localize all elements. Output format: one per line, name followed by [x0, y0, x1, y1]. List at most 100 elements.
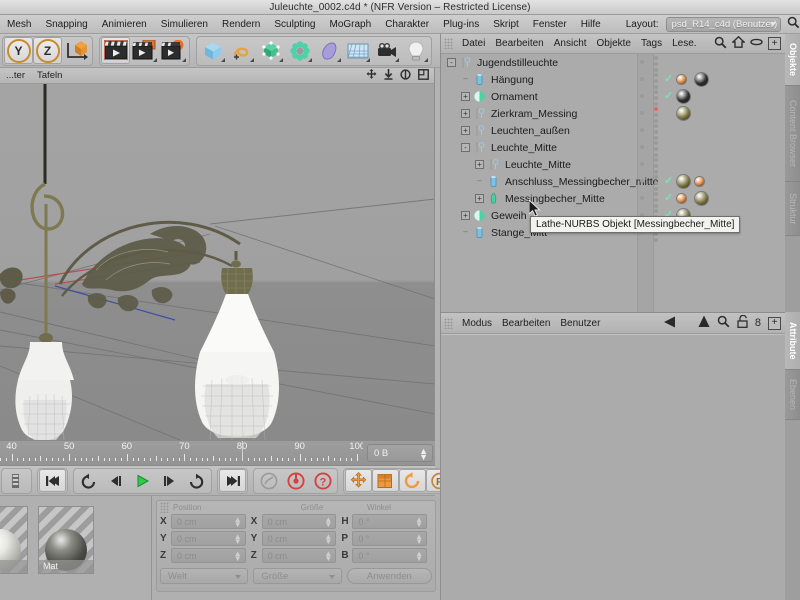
editor-render-dots[interactable]	[654, 90, 658, 106]
autokey-link-button[interactable]	[255, 469, 282, 492]
object-tree-row[interactable]: - Jugendstilleuchte	[441, 54, 786, 72]
menu-item-fenster[interactable]: Fenster	[526, 15, 574, 34]
texture-tag-icon[interactable]	[695, 177, 704, 186]
spline-button[interactable]	[227, 37, 256, 64]
search-icon[interactable]	[714, 36, 727, 52]
am-menu-benutzer[interactable]: Benutzer	[555, 313, 605, 334]
texture-tag-icon[interactable]	[677, 175, 690, 188]
editor-render-dots[interactable]	[654, 141, 658, 157]
spinner-icon[interactable]: ▲ ▼	[415, 516, 423, 529]
rotate-view-icon[interactable]	[400, 68, 411, 83]
visibility-dot[interactable]	[640, 162, 644, 166]
object-tree-row[interactable]: - Leuchte_Mitte	[441, 139, 786, 157]
editor-render-dots[interactable]	[654, 73, 658, 89]
camera-button[interactable]	[372, 37, 401, 64]
spinner-icon[interactable]: ▲ ▼	[234, 533, 242, 546]
menu-item-mesh[interactable]: Mesh	[0, 15, 38, 34]
object-tree-row[interactable]: + Messingbecher_Mitte ✓	[441, 190, 786, 208]
add-panel-icon[interactable]: +	[768, 316, 781, 330]
menu-item-snapping[interactable]: Snapping	[38, 15, 94, 34]
viewport-menu-item-filter[interactable]: ...ter	[0, 68, 31, 84]
texture-tag-icon[interactable]	[677, 107, 690, 120]
dolly-view-icon[interactable]	[384, 68, 393, 83]
tab-attribute[interactable]: Attribute	[785, 312, 800, 370]
spinner-icon[interactable]: ▲ ▼	[419, 447, 428, 462]
object-tree-row[interactable]: + Ornament ✓	[441, 88, 786, 106]
menu-item-charakter[interactable]: Charakter	[378, 15, 436, 34]
texture-tag-icon[interactable]	[677, 90, 690, 103]
enabled-check-icon[interactable]: ✓	[664, 191, 673, 204]
om-menu-datei[interactable]: Datei	[457, 34, 490, 54]
menu-item-animieren[interactable]: Animieren	[95, 15, 154, 34]
expand-icon[interactable]: +	[461, 109, 470, 118]
menu-item-skript[interactable]: Skript	[486, 15, 526, 34]
panel-grip-icon[interactable]	[444, 38, 453, 49]
menu-item-plugins[interactable]: Plug-ins	[436, 15, 486, 34]
light-button[interactable]	[401, 37, 430, 64]
enabled-check-icon[interactable]: ✓	[664, 89, 673, 102]
current-frame-field[interactable]: 0 B ▲ ▼	[367, 444, 433, 462]
viewport-3d-scene[interactable]	[0, 84, 434, 440]
back-arrow-icon[interactable]	[663, 316, 677, 331]
cube-primitive-button[interactable]	[198, 37, 227, 64]
array-button[interactable]	[285, 37, 314, 64]
visibility-dot[interactable]	[640, 77, 644, 81]
object-axis-button[interactable]	[62, 37, 91, 64]
deformer-button[interactable]	[314, 37, 343, 64]
up-arrow-icon[interactable]	[698, 315, 710, 331]
visibility-dot[interactable]	[640, 94, 644, 98]
enabled-check-icon[interactable]: ✓	[664, 72, 673, 85]
object-tree-row[interactable]: – Anschluss_Messingbecher_mitte ✓	[441, 173, 786, 191]
step-forward-button[interactable]	[156, 469, 183, 492]
texture-tag-icon[interactable]	[677, 75, 686, 84]
panel-grip-icon[interactable]	[160, 501, 169, 513]
material-slot[interactable]	[0, 506, 28, 574]
floor-environment-button[interactable]	[343, 37, 372, 64]
coordinate-mode-dropdown[interactable]: Größe	[253, 568, 342, 584]
panel-grip-icon[interactable]	[444, 317, 453, 329]
om-menu-ansicht[interactable]: Ansicht	[549, 34, 592, 54]
render-settings-button[interactable]	[159, 37, 188, 64]
expand-icon[interactable]: +	[475, 194, 484, 203]
rotation-p-field[interactable]: 0 ° ▲ ▼	[352, 531, 428, 546]
menu-item-hilfe[interactable]: Hilfe	[574, 15, 608, 34]
spinner-icon[interactable]: ▲ ▼	[415, 533, 423, 546]
object-tree[interactable]: - Jugendstilleuchte – Hängung ✓ + Ornament ✓ + Zi…	[441, 54, 786, 312]
am-menu-bearbeiten[interactable]: Bearbeiten	[497, 313, 555, 334]
layout-dropdown[interactable]: psd_R14_c4d (Benutzer)	[665, 16, 781, 32]
om-menu-bearbeiten[interactable]: Bearbeiten	[490, 34, 548, 54]
texture-tag-icon[interactable]	[677, 194, 686, 203]
timeline-ruler[interactable]: 405060708090100	[0, 441, 363, 467]
add-panel-icon[interactable]: +	[768, 37, 781, 50]
menu-item-mograph[interactable]: MoGraph	[323, 15, 379, 34]
render-view-button[interactable]	[101, 37, 130, 64]
tab-content-browser[interactable]: Content Browser	[785, 86, 800, 182]
size-y-field[interactable]: 0 cm ▲ ▼	[261, 531, 337, 546]
record-position-button[interactable]	[345, 469, 372, 492]
editor-render-dots[interactable]	[654, 107, 658, 123]
next-key-button[interactable]	[183, 469, 210, 492]
texture-tag-icon[interactable]	[695, 192, 708, 205]
editor-render-dots[interactable]	[654, 56, 658, 72]
expand-icon[interactable]: +	[461, 92, 470, 101]
attribute-manager-body[interactable]	[441, 334, 786, 600]
rotation-b-field[interactable]: 0 ° ▲ ▼	[352, 548, 428, 563]
position-z-field[interactable]: 0 cm ▲ ▼	[171, 548, 246, 563]
object-tree-row[interactable]: + Zierkram_Messing	[441, 105, 786, 123]
spinner-icon[interactable]: ▲ ▼	[324, 516, 332, 529]
expand-icon[interactable]: +	[461, 211, 470, 220]
size-z-field[interactable]: 0 cm ▲ ▼	[261, 548, 337, 563]
home-icon[interactable]	[731, 35, 746, 51]
spinner-icon[interactable]: ▲ ▼	[234, 550, 242, 563]
object-tree-row[interactable]: + Leuchte_Mitte	[441, 156, 786, 174]
am-menu-modus[interactable]: Modus	[457, 313, 497, 334]
axis-z-button[interactable]: Z	[33, 37, 62, 64]
move-view-icon[interactable]	[366, 68, 377, 83]
enabled-check-icon[interactable]: ✓	[664, 174, 673, 187]
timeline-ruler-bar[interactable]: 405060708090100 0 B ▲▼	[0, 440, 435, 466]
spinner-icon[interactable]: ▲ ▼	[324, 533, 332, 546]
om-menu-objekte[interactable]: Objekte	[592, 34, 636, 54]
visibility-dot[interactable]	[640, 145, 644, 149]
search-icon[interactable]	[787, 16, 800, 32]
previous-key-button[interactable]	[75, 469, 102, 492]
